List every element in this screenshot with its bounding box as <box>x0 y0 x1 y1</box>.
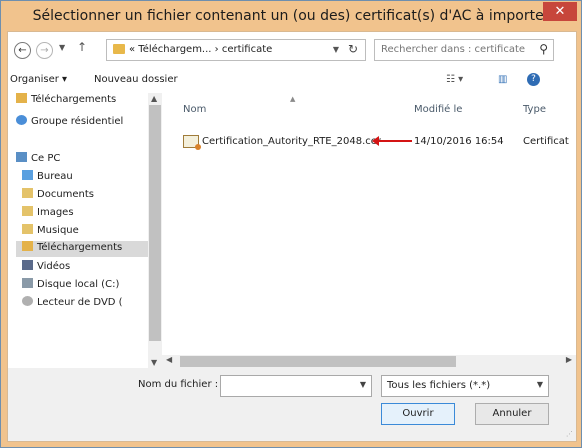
folder-icon <box>113 44 125 54</box>
scrollbar-thumb[interactable] <box>180 356 456 367</box>
close-button[interactable]: ✕ <box>543 2 577 21</box>
column-header-name[interactable]: Nom <box>183 104 206 115</box>
sidebar-item-dvd-drive[interactable]: Lecteur de DVD ( <box>22 296 123 312</box>
sidebar-item-local-disk[interactable]: Disque local (C:) <box>22 278 119 294</box>
new-folder-button[interactable]: Nouveau dossier <box>94 74 178 85</box>
desktop-folder-icon <box>22 170 33 180</box>
dialog-frame: ← → ▼ ↑ « Téléchargem... › certificate ▼… <box>1 31 581 447</box>
title-bar: Sélectionner un fichier contenant un (ou… <box>1 1 581 31</box>
up-arrow-icon[interactable]: ↑ <box>77 40 87 54</box>
scrollbar-thumb[interactable] <box>149 105 161 341</box>
cancel-button[interactable]: Annuler <box>475 403 549 425</box>
filename-label: Nom du fichier : <box>138 379 219 390</box>
dvd-drive-icon <box>22 296 33 306</box>
dialog-title: Sélectionner un fichier contenant un (ou… <box>32 8 550 24</box>
filename-combobox[interactable]: ▼ <box>220 375 372 397</box>
navigation-pane: Téléchargements Groupe résidentiel Ce PC… <box>8 93 162 368</box>
navigation-bar: ← → ▼ ↑ « Téléchargem... › certificate ▼… <box>8 32 576 68</box>
sidebar-item-this-pc[interactable]: Ce PC <box>16 152 60 168</box>
scroll-up-icon[interactable]: ▲ <box>151 94 157 103</box>
sidebar-item-homegroup[interactable]: Groupe résidentiel <box>16 115 123 131</box>
sidebar-item-documents[interactable]: Documents <box>22 188 94 204</box>
address-bar[interactable]: « Téléchargem... › certificate ▼ ↻ <box>106 39 366 61</box>
sidebar-item-telechargements[interactable]: Téléchargements <box>16 241 148 257</box>
file-type-filter[interactable]: Tous les fichiers (*.*) ▼ <box>381 375 549 397</box>
scroll-down-icon[interactable]: ▼ <box>151 358 157 367</box>
filename-input[interactable] <box>225 379 350 393</box>
file-type-filter-value: Tous les fichiers (*.*) <box>387 380 491 391</box>
sidebar-item-musique[interactable]: Musique <box>22 224 79 240</box>
file-list: ▲ Nom Modifié le Type Certification_Auto… <box>162 93 576 355</box>
local-disk-icon <box>22 278 33 288</box>
search-box[interactable]: ⚲ <box>374 39 554 61</box>
file-open-dialog: Sélectionner un fichier contenant un (ou… <box>0 0 582 448</box>
downloads-folder-icon <box>16 93 27 103</box>
sidebar-item-bureau[interactable]: Bureau <box>22 170 73 186</box>
file-type: Certificat <box>523 136 569 147</box>
search-input[interactable] <box>381 42 526 56</box>
dialog-body: ← → ▼ ↑ « Téléchargem... › certificate ▼… <box>7 31 577 442</box>
back-arrow-icon[interactable]: ← <box>14 42 31 59</box>
organize-button[interactable]: Organiser ▾ <box>10 74 67 85</box>
resize-grip-icon[interactable]: ⋰ <box>566 430 573 438</box>
chevron-down-icon[interactable]: ▼ <box>360 380 366 389</box>
open-button[interactable]: Ouvrir <box>381 403 455 425</box>
computer-icon <box>16 152 27 162</box>
file-row[interactable]: Certification_Autority_RTE_2048.cer 14/1… <box>162 133 576 150</box>
refresh-icon[interactable]: ↻ <box>348 42 358 56</box>
column-header-modified[interactable]: Modifié le <box>414 104 462 115</box>
help-icon[interactable]: ? <box>527 73 540 86</box>
sort-ascending-icon: ▲ <box>290 95 296 103</box>
homegroup-icon <box>16 115 27 125</box>
view-options-icon[interactable]: ☷ ▾ <box>446 74 463 85</box>
sidebar-item-videos[interactable]: Vidéos <box>22 260 70 276</box>
dialog-footer: Nom du fichier : ▼ Tous les fichiers (*.… <box>8 368 576 441</box>
file-list-horizontal-scrollbar[interactable]: ◀ ▶ <box>162 355 576 368</box>
preview-pane-icon[interactable]: ▥ <box>498 74 507 85</box>
forward-arrow-icon[interactable]: → <box>36 42 53 59</box>
certificate-file-icon <box>183 135 201 150</box>
music-folder-icon <box>22 224 33 234</box>
documents-folder-icon <box>22 188 33 198</box>
breadcrumb[interactable]: « Téléchargem... › certificate <box>129 44 272 55</box>
scroll-left-icon[interactable]: ◀ <box>166 355 172 364</box>
sidebar-item-images[interactable]: Images <box>22 206 74 222</box>
videos-folder-icon <box>22 260 33 270</box>
chevron-down-icon[interactable]: ▼ <box>537 380 543 389</box>
chevron-down-icon[interactable]: ▼ <box>333 45 339 54</box>
red-arrow-annotation <box>372 136 412 146</box>
sidebar-item-telechargements-top[interactable]: Téléchargements <box>16 93 116 109</box>
sidebar-scrollbar[interactable]: ▲ ▼ <box>148 93 162 368</box>
command-bar: Organiser ▾ Nouveau dossier ☷ ▾ ▥ ? <box>8 68 576 93</box>
file-modified-date: 14/10/2016 16:54 <box>414 136 504 147</box>
pictures-folder-icon <box>22 206 33 216</box>
column-header-type[interactable]: Type <box>523 104 546 115</box>
file-name[interactable]: Certification_Autority_RTE_2048.cer <box>202 136 381 147</box>
search-icon[interactable]: ⚲ <box>539 42 548 56</box>
chevron-down-icon[interactable]: ▼ <box>59 43 65 52</box>
downloads-folder-icon <box>22 241 33 251</box>
scroll-right-icon[interactable]: ▶ <box>566 355 572 364</box>
